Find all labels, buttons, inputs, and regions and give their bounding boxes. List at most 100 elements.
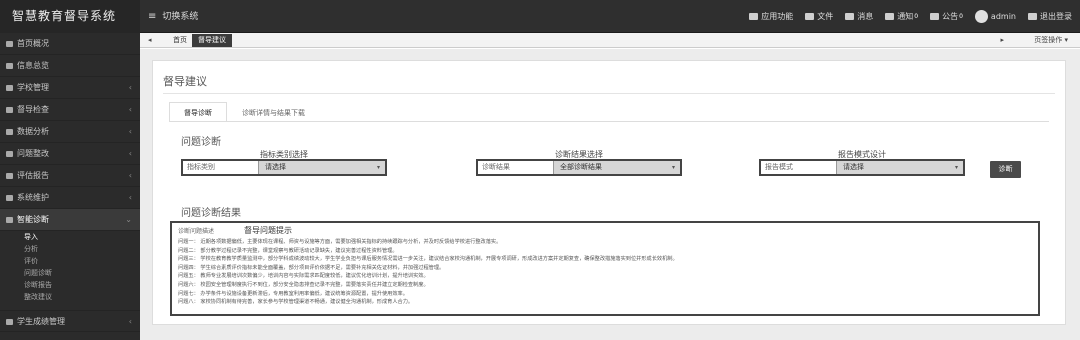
result-lines: 问题一： 近期各项数据偏低，主要体现在课程、师资与设施等方面，需要加强相关指标的… [178,238,1032,307]
system-switch-label: 切换系统 [162,12,199,22]
sidebar-item-label: 评估报告 [17,171,49,180]
topnav-item[interactable]: admin [974,10,1016,23]
topnav-item[interactable]: 通知 0 [885,11,918,22]
sidebar-item[interactable]: 督导检查 ‹ [0,99,140,121]
chevron-icon: ‹ [128,105,132,114]
sidebar-subitem[interactable]: 问题诊断 [0,267,140,279]
sidebar-subitem[interactable]: 分析 [0,243,140,255]
sidebar-item-label: 督导检查 [17,105,49,114]
filter-row: 诊断结果 全部诊断结果 ▾ [476,159,682,176]
result-box: 诊断问题描述 督导问题提示 问题一： 近期各项数据偏低，主要体现在课程、师资与设… [170,221,1040,316]
sidebar: 首页概况 信息总览 学校管理 ‹ 督导检查 ‹ 数据分析 ‹ 问题整改 ‹ 评估报告 ‹ 系统维护 ‹ 智能… [0,33,140,340]
result-tag: 诊断问题描述 [178,228,215,235]
list-icon [845,13,855,20]
topnav-item-label: 通知 [897,12,914,21]
sidebar-subitem[interactable]: 评价 [0,255,140,267]
tab-home[interactable]: 首页 [168,35,192,46]
filter-select[interactable]: 请选择 ▾ [837,161,963,174]
main-content: 督导建议 督导诊断 诊断详情与结果下载 问题诊断 指标类别选择 指标类别 请选择 ▾ 诊… [140,49,1080,340]
section-title-results: 问题诊断结果 [181,208,241,219]
tab-current[interactable]: 督导建议 [192,34,232,47]
menu-icon [6,173,13,179]
sidebar-item[interactable]: 信息总览 [0,55,140,77]
count-badge: 0 [914,13,919,20]
sidebar-item[interactable]: 评估报告 ‹ [0,165,140,187]
content-tabs: 督导诊断 诊断详情与结果下载 [169,102,320,122]
sidebar-subitem[interactable]: 诊断报告 [0,279,140,291]
filter-input[interactable]: 指标类别 [183,161,259,174]
tab-diagnosis[interactable]: 督导诊断 [169,102,227,122]
sidebar-subitem[interactable]: 导入 [0,231,140,243]
system-switch[interactable]: ≡ 切换系统 [148,0,198,33]
sidebar-item[interactable]: 学校管理 ‹ [0,77,140,99]
sidebar-item[interactable]: 数据分析 ‹ [0,121,140,143]
divider [163,93,1055,94]
menu-icon [6,63,13,69]
tab-details[interactable]: 诊断详情与结果下载 [227,102,320,122]
result-line: 问题八： 家校协同机制有待完善，家长参与学校管理渠道不畅通，建议健全沟通机制，形… [178,299,414,306]
menu-icon [6,217,13,223]
chevron-down-icon: ▾ [376,164,380,171]
topnav-item-label: admin [990,12,1016,21]
menu-icon [6,41,13,47]
topnav-item-label: 公告 [942,12,959,21]
logout-icon [1028,13,1037,20]
count-badge: 0 [959,13,963,20]
topnav-item[interactable]: 文件 [805,11,833,22]
page-title: 督导建议 [163,75,207,88]
sidebar-menu: 首页概况 信息总览 学校管理 ‹ 督导检查 ‹ 数据分析 ‹ 问题整改 ‹ 评估报告 ‹ 系统维护 ‹ 智能… [0,33,140,231]
menu-icon [6,195,13,201]
sidebar-subitem[interactable]: 整改建议 [0,291,140,303]
tab-scroll-right-button[interactable]: ▸ [1000,35,1004,46]
filter-input[interactable]: 报告模式 [761,161,837,174]
topnav-item[interactable]: 公告 0 [930,11,963,22]
result-line: 问题三： 学校在教育教学质量监测中，部分学科成绩波动较大，学生学业负担与课后服务… [178,256,678,263]
sidebar-item-label: 数据分析 [17,127,49,136]
sidebar-item[interactable]: 智能诊断 ⌄ [0,209,140,231]
sidebar-item[interactable]: 问题整改 ‹ [0,143,140,165]
filter-input[interactable]: 诊断结果 [478,161,554,174]
topnav-item[interactable]: 消息 [845,11,873,22]
sidebar-item[interactable]: 系统维护 ‹ [0,187,140,209]
result-line: 问题一： 近期各项数据偏低，主要体现在课程、师资与设施等方面，需要加强相关指标的… [178,239,502,245]
menu-icon [6,85,13,91]
app-title: 智慧教育督导系统 [0,0,140,33]
menu-icon [6,129,13,135]
chevron-icon: ‹ [128,127,132,136]
topnav-item[interactable]: 退出登录 [1028,11,1072,22]
user-icon [974,10,988,23]
result-header: 诊断问题描述 督导问题提示 [178,225,1032,238]
tab-scroll-left-button[interactable]: ◂ [148,35,152,46]
filter-select[interactable]: 请选择 ▾ [259,161,385,174]
page-tab-strip: ◂ 首页 督导建议 ▸ 页签操作 ▾ [140,33,1080,48]
topnav-item-label: 应用功能 [761,12,794,21]
filter-select[interactable]: 全部诊断结果 ▾ [554,161,680,174]
sidebar-item-label: 智能诊断 [17,215,49,224]
topnav-item-label: 消息 [857,12,874,21]
sidebar-submenu: 导入 分析 评价 问题诊断 诊断报告 整改建议 [0,231,140,303]
tab-operations-button[interactable]: 页签操作 ▾ [1034,35,1068,46]
result-line: 问题七： 办学条件与设施设备更新滞后，专用教室利用率偏低，建议统筹资源配置，提升… [178,290,408,297]
menu-icon[interactable]: ≡ [148,0,156,33]
doc-icon [805,13,815,20]
sidebar-item-label: 学生成绩管理 [17,317,65,326]
sidebar-item[interactable]: 首页概况 [0,33,140,55]
select-value: 请选择 [843,163,864,171]
section-title-diagnosis: 问题诊断 [181,137,221,148]
filter-row: 报告模式 请选择 ▾ [759,159,965,176]
chevron-left-icon: ‹ [128,317,132,326]
menu-icon [6,107,13,113]
top-nav: 应用功能 文件 消息 通知 0 公告 0 admin 退出登录 [749,0,1072,33]
grid-icon [749,13,759,20]
sidebar-item-label: 学校管理 [17,83,49,92]
chevron-down-icon: ▾ [671,164,675,171]
sidebar-item-label: 首页概况 [17,39,49,48]
diagnose-button[interactable]: 诊断 [990,161,1021,178]
topnav-item[interactable]: 应用功能 [749,11,793,22]
divider [169,121,1049,122]
sidebar-item-grades[interactable]: 学生成绩管理 ‹ [0,310,140,332]
result-line: 问题四： 学生综合素质评价指标未能全面覆盖，部分项目评价依据不足，需要补充相关佐… [178,264,445,271]
menu-icon [6,319,13,325]
mail-icon [930,13,940,20]
chevron-icon: ‹ [128,149,132,158]
